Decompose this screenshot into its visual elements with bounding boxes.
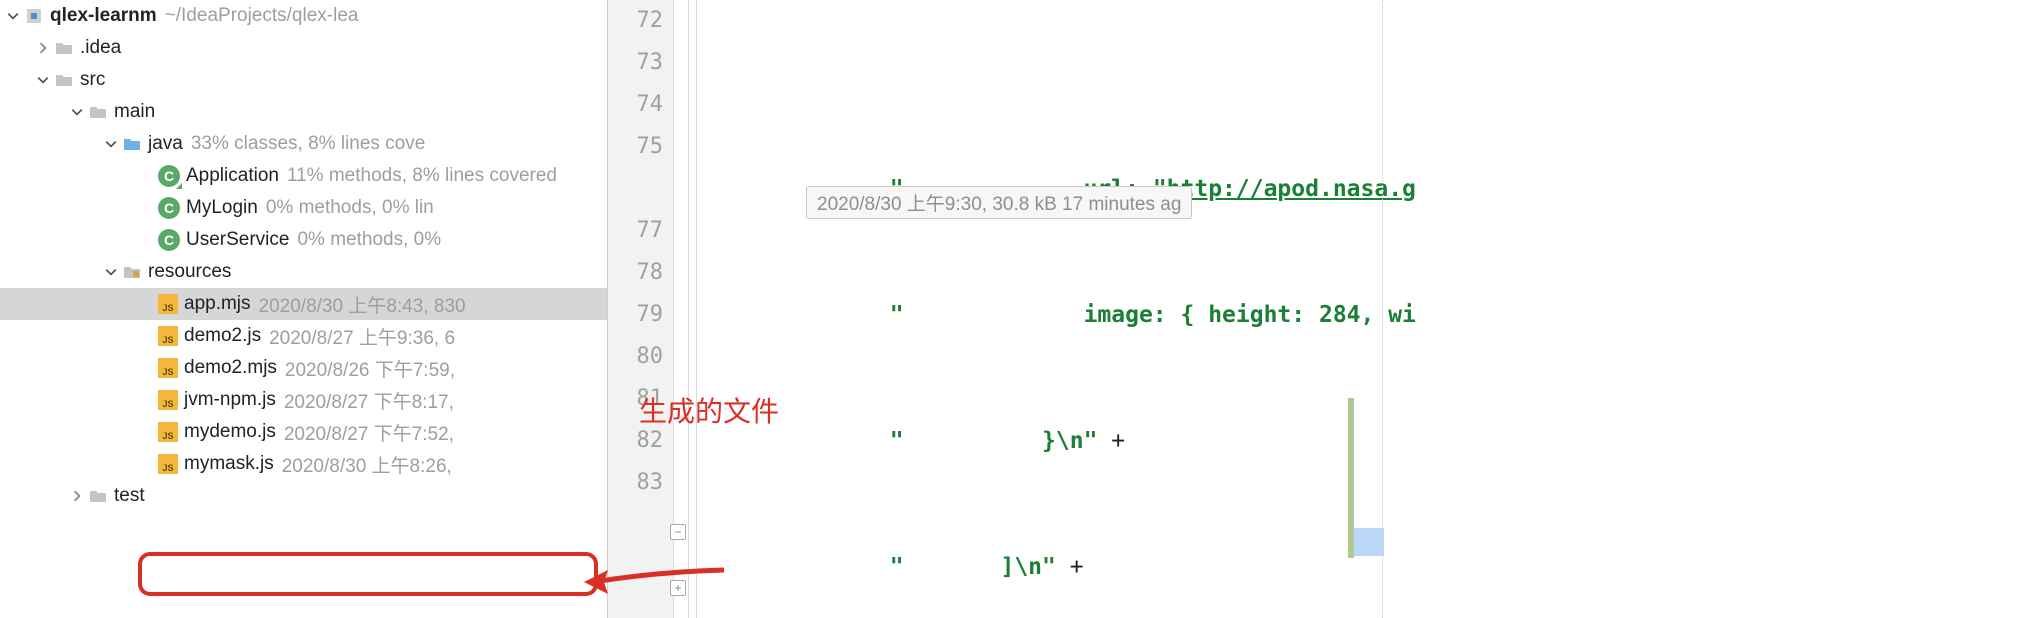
coverage-meta: 33% classes, 8% lines cove — [191, 133, 425, 155]
resources-folder-icon — [122, 262, 142, 282]
annotation-highlight-box — [138, 552, 598, 596]
tree-item-idea[interactable]: .idea — [0, 32, 607, 64]
coverage-meta: 0% methods, 0% lin — [266, 197, 434, 219]
line-number[interactable]: 78 — [608, 252, 673, 294]
chevron-down-icon[interactable] — [70, 105, 84, 119]
tree-label: resources — [148, 261, 231, 283]
folder-icon — [54, 38, 74, 58]
chevron-down-icon[interactable] — [104, 137, 118, 151]
file-meta: 2020/8/27 下午8:17, — [284, 387, 454, 414]
js-file-icon: JS — [158, 294, 178, 314]
project-tree[interactable]: qlex-learnm ~/IdeaProjects/qlex-lea .ide… — [0, 0, 608, 618]
tree-item-jvm-npm[interactable]: JS jvm-npm.js 2020/8/27 下午8:17, — [0, 384, 607, 416]
js-file-icon: JS — [158, 326, 178, 346]
annotation-arrow-icon — [574, 562, 734, 608]
file-meta: 2020/8/26 下午7:59, — [285, 355, 455, 382]
chevron-right-icon[interactable] — [70, 489, 84, 503]
js-file-icon: JS — [158, 454, 178, 474]
tree-item-demo2-mjs[interactable]: JS demo2.mjs 2020/8/26 下午7:59, — [0, 352, 607, 384]
tree-item-app-mjs[interactable]: JS app.mjs 2020/8/30 上午8:43, 830 — [0, 288, 607, 320]
file-meta: 2020/8/30 上午8:43, 830 — [259, 291, 466, 318]
file-info-tooltip: 2020/8/30 上午9:30, 30.8 kB 17 minutes ag — [806, 186, 1192, 219]
folder-icon — [88, 486, 108, 506]
editor-gutter[interactable]: 72 73 74 75 77 78 79 80 81 82 83 — [608, 0, 674, 618]
source-folder-icon — [122, 134, 142, 154]
folder-icon — [54, 70, 74, 90]
tree-label: UserService — [186, 229, 289, 251]
tree-label: demo2.js — [184, 325, 261, 347]
tree-item-src[interactable]: src — [0, 64, 607, 96]
tree-item-mydemo[interactable]: JS mydemo.js 2020/8/27 下午7:52, — [0, 416, 607, 448]
tree-item-resources[interactable]: resources — [0, 256, 607, 288]
tree-label: mymask.js — [184, 453, 274, 475]
coverage-meta: 11% methods, 8% lines covered — [287, 165, 557, 187]
js-file-icon: JS — [158, 422, 178, 442]
tree-label: jvm-npm.js — [184, 389, 276, 411]
tree-label: demo2.mjs — [184, 357, 277, 379]
file-meta: 2020/8/27 上午9:36, 6 — [269, 323, 455, 350]
fold-collapse-icon[interactable]: − — [670, 524, 686, 540]
class-runnable-icon: C — [158, 165, 180, 187]
caret-row-marker — [1354, 528, 1384, 556]
folder-icon — [88, 102, 108, 122]
tree-item-mymask[interactable]: JS mymask.js 2020/8/30 上午8:26, — [0, 448, 607, 480]
tree-label: Application — [186, 165, 279, 187]
tree-label: java — [148, 133, 183, 155]
project-path: ~/IdeaProjects/qlex-lea — [165, 5, 359, 27]
line-number[interactable]: 72 — [608, 0, 673, 42]
tree-item-test[interactable]: test — [0, 480, 607, 512]
tree-label: app.mjs — [184, 293, 251, 315]
chevron-down-icon[interactable] — [36, 73, 50, 87]
line-number[interactable]: 75 — [608, 126, 673, 168]
tree-label: test — [114, 485, 145, 507]
tree-item-application[interactable]: C Application 11% methods, 8% lines cove… — [0, 160, 607, 192]
file-meta: 2020/8/27 下午7:52, — [284, 419, 454, 446]
line-number[interactable]: 77 — [608, 210, 673, 252]
tree-item-demo2-js[interactable]: JS demo2.js 2020/8/27 上午9:36, 6 — [0, 320, 607, 352]
js-file-icon: JS — [158, 390, 178, 410]
tree-item-mylogin[interactable]: C MyLogin 0% methods, 0% lin — [0, 192, 607, 224]
line-number[interactable]: 80 — [608, 336, 673, 378]
editor-area[interactable]: " url: "http://apod.nasa.g " image: { he… — [674, 0, 2032, 618]
tree-item-userservice[interactable]: C UserService 0% methods, 0% — [0, 224, 607, 256]
tree-item-main[interactable]: main — [0, 96, 607, 128]
tree-label: .idea — [80, 37, 121, 59]
tree-label: main — [114, 101, 155, 123]
line-number[interactable]: 79 — [608, 294, 673, 336]
chevron-down-icon[interactable] — [6, 9, 20, 23]
tree-project-root[interactable]: qlex-learnm ~/IdeaProjects/qlex-lea — [0, 0, 607, 32]
line-number[interactable]: 83 — [608, 462, 673, 504]
tree-label: mydemo.js — [184, 421, 276, 443]
coverage-meta: 0% methods, 0% — [297, 229, 441, 251]
line-number[interactable] — [608, 168, 673, 210]
annotation-label: 生成的文件 — [639, 390, 779, 430]
class-icon: C — [158, 229, 180, 251]
file-meta: 2020/8/30 上午8:26, — [282, 451, 452, 478]
project-name: qlex-learnm — [50, 5, 157, 27]
line-number[interactable]: 74 — [608, 84, 673, 126]
chevron-right-icon[interactable] — [36, 41, 50, 55]
chevron-down-icon[interactable] — [104, 265, 118, 279]
tree-label: src — [80, 69, 105, 91]
tree-item-java[interactable]: java 33% classes, 8% lines cove — [0, 128, 607, 160]
module-icon — [24, 6, 44, 26]
class-icon: C — [158, 197, 180, 219]
line-number[interactable]: 73 — [608, 42, 673, 84]
js-file-icon: JS — [158, 358, 178, 378]
fold-gutter: − + — [670, 0, 692, 618]
tree-label: MyLogin — [186, 197, 258, 219]
